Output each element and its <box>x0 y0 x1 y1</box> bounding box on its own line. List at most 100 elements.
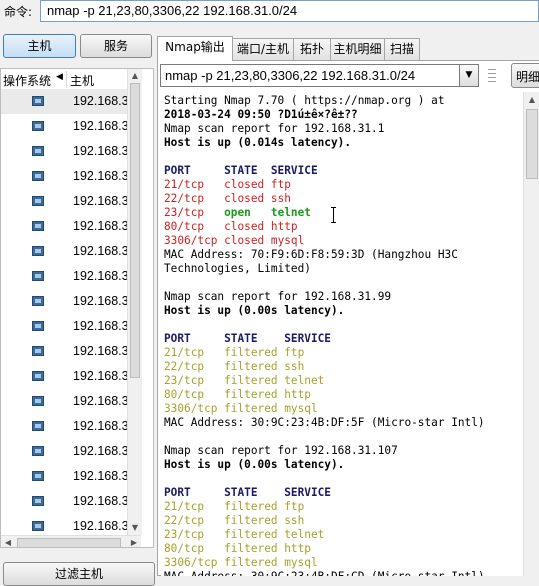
scroll-up-icon[interactable]: ▲ <box>128 69 142 83</box>
port-row: 22/tcp filtered ssh <box>164 514 523 528</box>
host-ip: 192.168.31.x <box>73 444 127 458</box>
host-row[interactable]: 192.168.31.x <box>1 439 127 464</box>
host-status-line: Host is up (0.014s latency). <box>164 136 352 149</box>
host-ip: 192.168.31.x <box>73 419 127 433</box>
tab-topology[interactable]: 拓扑 <box>293 38 331 60</box>
scroll-left-icon[interactable]: ◀ <box>1 536 15 547</box>
os-unknown-icon <box>32 171 44 181</box>
host-view-button[interactable]: 主机 <box>3 34 76 58</box>
os-unknown-icon <box>32 196 44 206</box>
port-number: 21/tcp <box>164 346 205 359</box>
port-row: 22/tcp filtered ssh <box>164 360 523 374</box>
column-host[interactable]: 主机 <box>70 72 94 89</box>
host-row[interactable]: 192.168.31.107 <box>1 139 127 164</box>
port-row: 21/tcp filtered ftp <box>164 500 523 514</box>
host-status-line: Host is up (0.00s latency). <box>164 458 345 471</box>
details-button[interactable]: 明细 <box>511 63 539 88</box>
service-view-button[interactable]: 服务 <box>80 34 152 58</box>
os-unknown-icon <box>32 146 44 156</box>
os-unknown-icon <box>32 471 44 481</box>
os-unknown-icon <box>32 271 44 281</box>
host-row[interactable]: 192.168.31.x <box>1 164 127 189</box>
host-list[interactable]: 操作系统 ◀ 主机 192.168.31.1 192.168.31.99 192.1… <box>0 68 154 548</box>
host-list-horizontal-scrollbar[interactable]: ◀ ▶ <box>1 535 141 547</box>
host-list-vertical-scrollbar[interactable]: ▲ ▼ <box>127 69 142 535</box>
os-unknown-icon <box>32 321 44 331</box>
host-ip: 192.168.31.x <box>73 319 127 333</box>
port-service: telnet <box>284 528 325 541</box>
command-input[interactable]: nmap -p 21,23,80,3306,22 192.168.31.0/24 <box>40 0 539 22</box>
scan-report-line: Nmap scan report for 192.168.31.107 <box>164 444 398 457</box>
port-state: filtered <box>224 388 278 401</box>
host-row[interactable]: 192.168.31.x <box>1 214 127 239</box>
port-table-header: PORT STATE SERVICE <box>164 486 331 499</box>
port-number: 3306/tcp <box>164 234 218 247</box>
filter-hosts-button[interactable]: 过滤主机 <box>3 562 155 586</box>
port-number: 3306/tcp <box>164 556 218 569</box>
port-state: open <box>224 206 251 219</box>
scroll-up-icon[interactable]: ▲ <box>524 92 539 108</box>
tab-ports-hosts[interactable]: 端口/主机 <box>232 38 294 60</box>
host-ip: 192.168.31.x <box>73 194 127 208</box>
os-unknown-icon <box>32 346 44 356</box>
host-row[interactable]: 192.168.31.1 <box>1 89 127 114</box>
host-ip: 192.168.31.107 <box>73 144 127 158</box>
port-state: filtered <box>224 528 278 541</box>
scroll-thumb[interactable] <box>526 109 538 179</box>
tab-nmap-output[interactable]: Nmap输出 <box>157 36 233 61</box>
host-row[interactable]: 192.168.31.x <box>1 489 127 514</box>
column-os[interactable]: 操作系统 <box>3 72 51 89</box>
host-row[interactable]: 192.168.31.x <box>1 239 127 264</box>
port-service: mysql <box>270 234 305 247</box>
host-row[interactable]: 192.168.31.x <box>1 464 127 489</box>
scroll-thumb[interactable] <box>17 538 121 547</box>
scroll-right-icon[interactable]: ▶ <box>127 536 141 547</box>
tab-host-details[interactable]: 主机明细 <box>330 38 385 60</box>
port-service: telnet <box>270 206 311 219</box>
os-unknown-icon <box>32 296 44 306</box>
host-row[interactable]: 192.168.31.x <box>1 339 127 364</box>
port-number: 21/tcp <box>164 178 205 191</box>
host-ip: 192.168.31.x <box>73 244 127 258</box>
port-row: 80/tcp filtered http <box>164 388 523 402</box>
port-service: ssh <box>284 360 305 373</box>
port-state: filtered <box>224 556 278 569</box>
command-label: 命令: <box>4 5 33 19</box>
os-unknown-icon <box>32 96 44 106</box>
os-unknown-icon <box>32 396 44 406</box>
host-row[interactable]: 192.168.31.x <box>1 389 127 414</box>
host-ip: 192.168.31.x <box>73 269 127 283</box>
os-unknown-icon <box>32 496 44 506</box>
port-state: closed <box>224 178 265 191</box>
text-cursor-icon <box>331 207 337 223</box>
host-status-line: Host is up (0.00s latency). <box>164 304 345 317</box>
port-service: ssh <box>284 514 305 527</box>
host-row[interactable]: 192.168.31.99 <box>1 114 127 139</box>
output-vertical-scrollbar[interactable]: ▲ <box>523 92 539 576</box>
host-row[interactable]: 192.168.31.x <box>1 314 127 339</box>
column-divider[interactable] <box>66 71 67 87</box>
port-number: 21/tcp <box>164 500 205 513</box>
mac-address-line: MAC Address: 30:9C:23:4B:DF:5F (Micro-st… <box>164 416 485 429</box>
host-ip: 192.168.31.1 <box>73 94 127 108</box>
host-row[interactable]: 192.168.31.x <box>1 289 127 314</box>
port-state: filtered <box>224 402 278 415</box>
host-row[interactable]: 192.168.31.x <box>1 189 127 214</box>
os-unknown-icon <box>32 371 44 381</box>
port-row: 80/tcp closed http <box>164 220 523 234</box>
tab-scans[interactable]: 扫描 <box>384 38 420 60</box>
host-row[interactable]: 192.168.31.x <box>1 414 127 439</box>
scroll-down-icon[interactable]: ▼ <box>128 521 142 535</box>
host-ip: 192.168.31.x <box>73 169 127 183</box>
nmap-output-text[interactable]: Starting Nmap 7.70 ( https://nmap.org ) … <box>161 92 523 576</box>
port-row: 21/tcp closed ftp <box>164 178 523 192</box>
scroll-thumb[interactable] <box>130 83 140 378</box>
dropdown-arrow-icon[interactable]: ▼ <box>459 64 479 87</box>
host-row[interactable]: 192.168.31.x <box>1 364 127 389</box>
sort-arrow-icon[interactable]: ◀ <box>56 72 63 82</box>
scan-select[interactable]: nmap -p 21,23,80,3306,22 192.168.31.0/24 <box>160 64 479 87</box>
host-row[interactable]: 192.168.31.x <box>1 264 127 289</box>
